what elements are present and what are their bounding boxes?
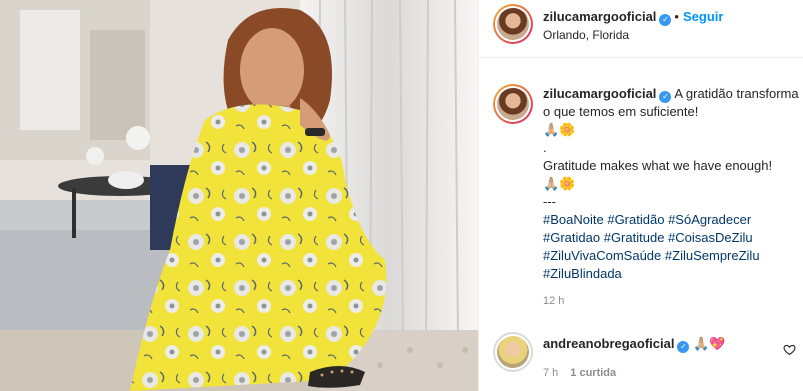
header-user-line: zilucamargooficial ✓ • Seguir: [543, 9, 723, 26]
post-side-panel: zilucamargooficial ✓ • Seguir Orlando, Flor…: [478, 0, 803, 391]
hashtag-row-2: #Gratidao #Gratitude #CoisasDeZilu: [543, 229, 799, 247]
post-location[interactable]: Orlando, Florida: [543, 28, 629, 42]
author-avatar[interactable]: [493, 4, 533, 44]
hashtag-link[interactable]: #Gratidão: [607, 212, 664, 227]
comment-timestamp[interactable]: 7 h: [543, 367, 558, 379]
author-username[interactable]: zilucamargooficial: [543, 9, 656, 24]
verified-badge-icon: ✓: [677, 341, 690, 353]
hashtag-link[interactable]: #SóAgradecer: [668, 212, 751, 227]
caption-first-line: zilucamargooficial ✓ A gratidão transform…: [543, 85, 799, 121]
follow-button[interactable]: Seguir: [683, 9, 723, 24]
comment-body: 🙏🏼💖: [693, 336, 726, 351]
post-photo[interactable]: [0, 0, 478, 391]
caption-timestamp[interactable]: 12 h: [543, 295, 564, 307]
hashtag-link[interactable]: #Gratitude: [604, 230, 665, 245]
caption-emoji-2: 🙏🏼🌼: [543, 176, 576, 191]
commenter-username[interactable]: andreanobregaoficial: [543, 336, 674, 351]
caption-emoji-1: 🙏🏼🌼: [543, 122, 576, 137]
caption-text: zilucamargooficial ✓ A gratidão transform…: [543, 85, 799, 283]
caption-author-avatar[interactable]: [493, 84, 533, 124]
heart-outline-icon[interactable]: [783, 343, 796, 356]
verified-badge-icon: ✓: [659, 91, 672, 103]
caption-dashes: ---: [543, 194, 556, 209]
comment-likes-count[interactable]: 1 curtida: [570, 367, 616, 379]
hashtag-link[interactable]: #CoisasDeZilu: [668, 230, 753, 245]
hashtag-link[interactable]: #ZiluSempreZilu: [665, 248, 760, 263]
hashtag-row-3: #ZiluVivaComSaúde #ZiluSempreZilu: [543, 247, 799, 265]
post-photo-illustration: [0, 0, 478, 391]
hashtag-link[interactable]: #ZiluVivaComSaúde: [543, 248, 661, 263]
verified-badge-icon: ✓: [659, 14, 672, 26]
commenter-avatar[interactable]: [493, 332, 533, 372]
post-header: zilucamargooficial ✓ • Seguir Orlando, Flor…: [479, 0, 803, 58]
comment-text: andreanobregaoficial ✓ 🙏🏼💖: [543, 336, 725, 353]
hashtag-link[interactable]: #BoaNoite: [543, 212, 604, 227]
hashtag-link[interactable]: #Gratidao: [543, 230, 600, 245]
comment-meta: 7 h 1 curtida: [543, 367, 628, 379]
hashtag-link[interactable]: #ZiluBlindada: [543, 266, 622, 281]
caption-username[interactable]: zilucamargooficial: [543, 86, 656, 101]
separator-dot: •: [674, 9, 679, 24]
caption-en-text: Gratitude makes what we have enough!: [543, 158, 773, 173]
hashtag-row-4: #ZiluBlindada: [543, 265, 799, 283]
caption-dot: .: [543, 140, 547, 155]
hashtag-row-1: #BoaNoite #Gratidão #SóAgradecer: [543, 211, 799, 229]
